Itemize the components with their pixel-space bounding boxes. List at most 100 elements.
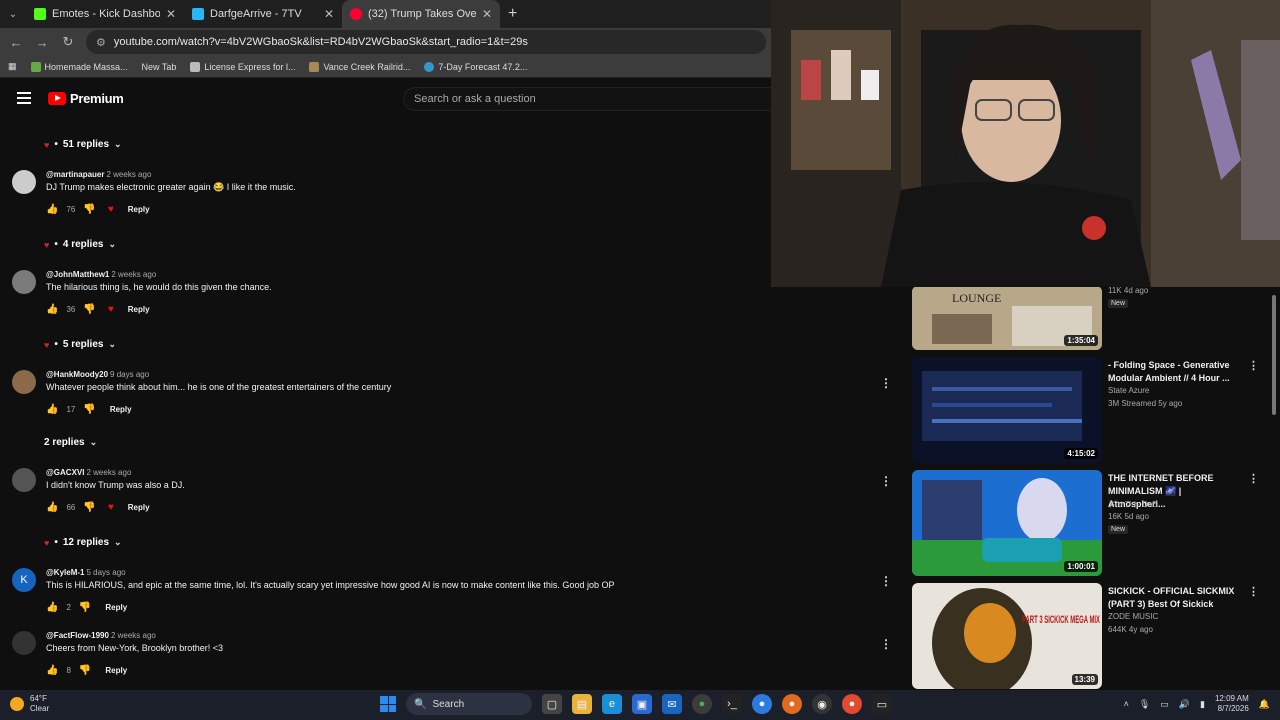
like-icon[interactable]: 👍 <box>46 304 58 315</box>
clock[interactable]: 12:09 AM 8/7/2026 <box>1215 694 1249 714</box>
replies-toggle[interactable]: ♥ • 5 replies ⌄ <box>44 339 116 350</box>
replies-toggle[interactable]: ♥ • 4 replies ⌄ <box>44 239 116 250</box>
back-icon[interactable]: ← <box>8 35 24 50</box>
comment-time[interactable]: 2 weeks ago <box>106 170 151 179</box>
dislike-icon[interactable]: 👎 <box>83 404 95 415</box>
bookmark-item[interactable]: License Express for l... <box>190 61 295 72</box>
close-icon[interactable]: ✕ <box>482 7 492 21</box>
like-icon[interactable]: 👍 <box>46 404 58 415</box>
replies-toggle[interactable]: ♥ • 12 replies ⌄ <box>44 537 122 548</box>
dislike-icon[interactable]: 👎 <box>83 204 95 215</box>
tab-kick[interactable]: Emotes - Kick Dashboard ✕ <box>26 0 184 28</box>
site-info-icon[interactable]: ⚙ <box>96 36 106 49</box>
comment-author[interactable]: @GACXVI <box>46 468 84 477</box>
channel-name[interactable]: State Azure <box>1108 386 1149 395</box>
forward-icon[interactable]: → <box>34 35 50 50</box>
like-icon[interactable]: 👍 <box>46 665 58 676</box>
more-icon[interactable]: ⋮ <box>880 376 892 390</box>
new-tab-icon[interactable]: + <box>508 5 517 23</box>
edge-icon[interactable]: e <box>602 694 622 714</box>
chevron-up-icon[interactable]: ˄ <box>1124 699 1129 709</box>
search-input[interactable]: Search or ask a question <box>403 87 783 111</box>
menu-icon[interactable] <box>17 92 31 104</box>
more-icon[interactable]: ⋮ <box>880 637 892 651</box>
close-icon[interactable]: ✕ <box>166 7 176 21</box>
avatar[interactable] <box>12 270 36 294</box>
video-thumbnail[interactable]: 4:15:02 <box>912 357 1102 463</box>
channel-name[interactable]: ZODE MUSIC <box>1108 612 1158 621</box>
replies-toggle[interactable]: ♥ • 51 replies ⌄ <box>44 139 122 150</box>
chrome-icon[interactable]: ● <box>692 694 712 714</box>
scrollbar-thumb[interactable] <box>1272 295 1276 415</box>
comment-time[interactable]: 9 days ago <box>110 370 149 379</box>
more-icon[interactable]: ⋮ <box>1248 585 1259 598</box>
youtube-premium-logo[interactable]: Premium <box>48 91 124 106</box>
page-scrollbar[interactable] <box>1270 287 1278 690</box>
comment-time[interactable]: 2 weeks ago <box>111 270 156 279</box>
bookmark-item[interactable]: New Tab <box>142 62 177 72</box>
app-icon[interactable]: ▭ <box>872 694 892 714</box>
address-bar[interactable]: ⚙ youtube.com/watch?v=4bV2WGbaoSk&list=R… <box>86 30 766 54</box>
reply-button[interactable]: Reply <box>128 503 150 512</box>
store-icon[interactable]: ▣ <box>632 694 652 714</box>
reply-button[interactable]: Reply <box>105 603 127 612</box>
more-icon[interactable]: ⋮ <box>880 474 892 488</box>
bookmark-item[interactable]: 7-Day Forecast 47.2... <box>424 61 527 72</box>
video-thumbnail[interactable]: 1:00:01 <box>912 470 1102 576</box>
more-icon[interactable]: ⋮ <box>880 574 892 588</box>
firefox-dev-icon[interactable]: ● <box>842 694 862 714</box>
replies-toggle[interactable]: 2 replies ⌄ <box>44 437 97 448</box>
more-icon[interactable]: ⋮ <box>1248 472 1259 485</box>
bookmark-item[interactable]: Homemade Massa... <box>30 61 128 72</box>
taskbar-search[interactable]: 🔍 Search <box>406 693 532 715</box>
weather-widget[interactable]: 64°F Clear <box>10 694 49 714</box>
channel-name[interactable]: ドリフト DnB <box>1108 499 1158 510</box>
avatar[interactable] <box>12 170 36 194</box>
chrome-canary-icon[interactable]: ● <box>752 694 772 714</box>
network-icon[interactable]: ▭ <box>1160 699 1169 710</box>
video-thumbnail[interactable]: PART 3 SICKICK MEGA MIX 13:39 <box>912 583 1102 689</box>
bookmark-item[interactable]: Vance Creek Railrid... <box>309 61 410 72</box>
like-icon[interactable]: 👍 <box>46 502 58 513</box>
comment-author[interactable]: @FactFlow-1990 <box>46 631 109 640</box>
firefox-icon[interactable]: ● <box>782 694 802 714</box>
like-icon[interactable]: 👍 <box>46 204 58 215</box>
reply-button[interactable]: Reply <box>110 405 132 414</box>
obs-icon[interactable]: ◉ <box>812 694 832 714</box>
avatar[interactable]: K <box>12 568 36 592</box>
microphone-icon[interactable]: 🎙 <box>1139 699 1150 710</box>
comment-author[interactable]: @martinapauer <box>46 170 104 179</box>
tab-search-icon[interactable]: ⌄ <box>0 0 26 28</box>
reply-button[interactable]: Reply <box>128 305 150 314</box>
battery-icon[interactable]: ▮ <box>1200 699 1205 710</box>
apps-icon[interactable]: ▦ <box>8 61 17 72</box>
task-view-icon[interactable]: ▢ <box>542 694 562 714</box>
dislike-icon[interactable]: 👎 <box>79 665 91 676</box>
notification-icon[interactable]: 🔔 <box>1259 699 1270 710</box>
tab-youtube[interactable]: (32) Trump Takes Over Times S... ✕ <box>342 0 500 28</box>
dislike-icon[interactable]: 👎 <box>83 304 95 315</box>
volume-icon[interactable]: 🔊 <box>1179 699 1190 710</box>
video-thumbnail[interactable]: LOUNGE 1:35:04 <box>912 287 1102 350</box>
close-icon[interactable]: ✕ <box>324 7 334 21</box>
comment-time[interactable]: 2 weeks ago <box>111 631 156 640</box>
windows-start-icon[interactable] <box>380 696 396 712</box>
reply-button[interactable]: Reply <box>128 205 150 214</box>
comment-time[interactable]: 5 days ago <box>86 568 125 577</box>
avatar[interactable] <box>12 631 36 655</box>
comment-author[interactable]: @HankMoody20 <box>46 370 108 379</box>
video-title[interactable]: - Folding Space - Generative Modular Amb… <box>1108 359 1238 385</box>
mail-icon[interactable]: ✉ <box>662 694 682 714</box>
avatar[interactable] <box>12 370 36 394</box>
comment-author[interactable]: @JohnMatthew1 <box>46 270 109 279</box>
reload-icon[interactable]: ↻ <box>60 34 76 50</box>
dislike-icon[interactable]: 👎 <box>79 602 91 613</box>
file-explorer-icon[interactable]: ▤ <box>572 694 592 714</box>
tab-7tv[interactable]: DarfgeArrive - 7TV ✕ <box>184 0 342 28</box>
terminal-icon[interactable]: ›_ <box>722 694 742 714</box>
like-icon[interactable]: 👍 <box>46 602 58 613</box>
dislike-icon[interactable]: 👎 <box>83 502 95 513</box>
video-title[interactable]: SICKICK - OFFICIAL SICKMIX (PART 3) Best… <box>1108 585 1238 611</box>
comment-time[interactable]: 2 weeks ago <box>86 468 131 477</box>
more-icon[interactable]: ⋮ <box>1248 359 1259 372</box>
